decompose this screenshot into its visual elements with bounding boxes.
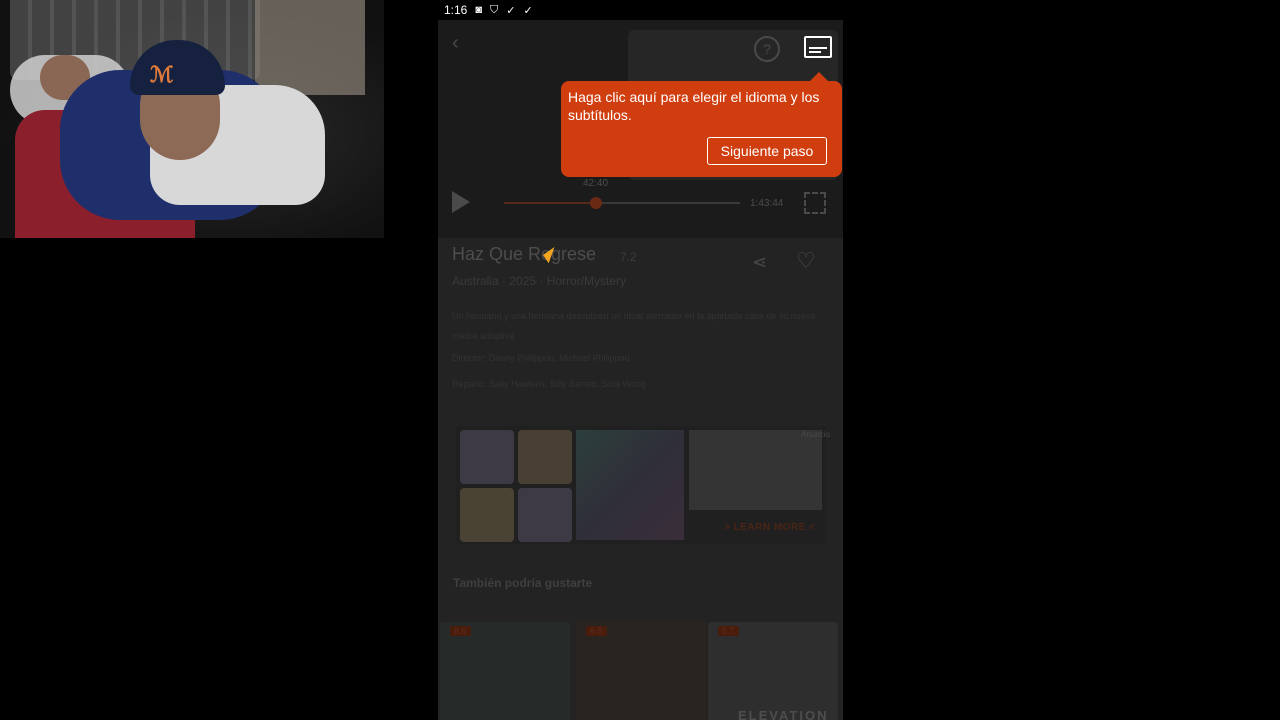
ad-app-tile[interactable]: [460, 488, 514, 542]
poster-rating-badge: 5.7: [718, 626, 739, 636]
recommendation-poster[interactable]: 5.7 ELEVATION: [708, 622, 838, 720]
movie-rating: 7.2: [620, 250, 637, 264]
duration-time: 1:43:44: [750, 198, 784, 209]
notification-a-icon: ◙: [475, 4, 483, 16]
share-icon[interactable]: ⋖: [752, 252, 767, 273]
ad-sponsor-label: Anuncio: [801, 430, 830, 439]
ad-learn-more-link[interactable]: > LEARN MORE <: [724, 522, 815, 533]
next-step-button[interactable]: Siguiente paso: [707, 137, 827, 165]
tooltip-text: Haga clic aquí para elegir el idioma y l…: [568, 89, 820, 123]
subtitles-icon[interactable]: [804, 36, 832, 58]
status-time: 1:16: [444, 3, 468, 17]
play-icon[interactable]: [452, 191, 470, 213]
movie-title: Haz Que Regrese: [452, 244, 597, 264]
movie-description: Un hermano y una hermana descubren un ri…: [452, 311, 816, 341]
check-icon: ✓: [506, 4, 516, 17]
check-icon: ✓: [523, 4, 533, 17]
ad-banner[interactable]: Anuncio > LEARN MORE <: [456, 426, 830, 544]
ad-app-tile[interactable]: [518, 430, 572, 484]
ad-photo[interactable]: [689, 430, 822, 510]
recommendations-heading: También podría gustarte: [453, 576, 593, 590]
poster-rating-badge: 6.5: [586, 626, 607, 636]
poster-title: ELEVATION: [738, 708, 829, 720]
recommendation-poster[interactable]: 8.6: [440, 622, 570, 720]
movie-meta: Australia · 2025 · Horror/Mystery: [452, 274, 627, 288]
progress-slider[interactable]: [504, 197, 740, 209]
webcam-lamp: [255, 0, 365, 95]
progress-knob[interactable]: [590, 197, 603, 209]
status-bar: 1:16 ◙ ⛉ ✓ ✓: [438, 0, 849, 20]
heart-plus-icon[interactable]: ♡: [796, 248, 816, 274]
movie-director: Director: Danny Philippou, Michael Phili…: [452, 353, 630, 363]
subtitles-tooltip: Haga clic aquí para elegir el idioma y l…: [561, 72, 842, 177]
ad-app-tile[interactable]: [460, 430, 514, 484]
webcam-overlay: ℳ: [0, 0, 384, 238]
fullscreen-icon[interactable]: [804, 192, 826, 214]
current-time: 42:40: [583, 178, 609, 189]
poster-rating-badge: 8.6: [450, 626, 471, 636]
ad-app-tile[interactable]: [518, 488, 572, 542]
ad-feature-image[interactable]: [576, 430, 684, 540]
help-icon[interactable]: ?: [754, 36, 780, 62]
back-icon[interactable]: ‹: [452, 32, 459, 55]
progress-fill: [504, 202, 597, 204]
recommendation-poster[interactable]: 6.5: [576, 622, 706, 720]
movie-cast: Reparto: Sally Hawkins, Billy Barratt, S…: [452, 379, 646, 389]
cap-logo-icon: ℳ: [150, 62, 174, 87]
shield-icon: ⛉: [490, 3, 499, 16]
